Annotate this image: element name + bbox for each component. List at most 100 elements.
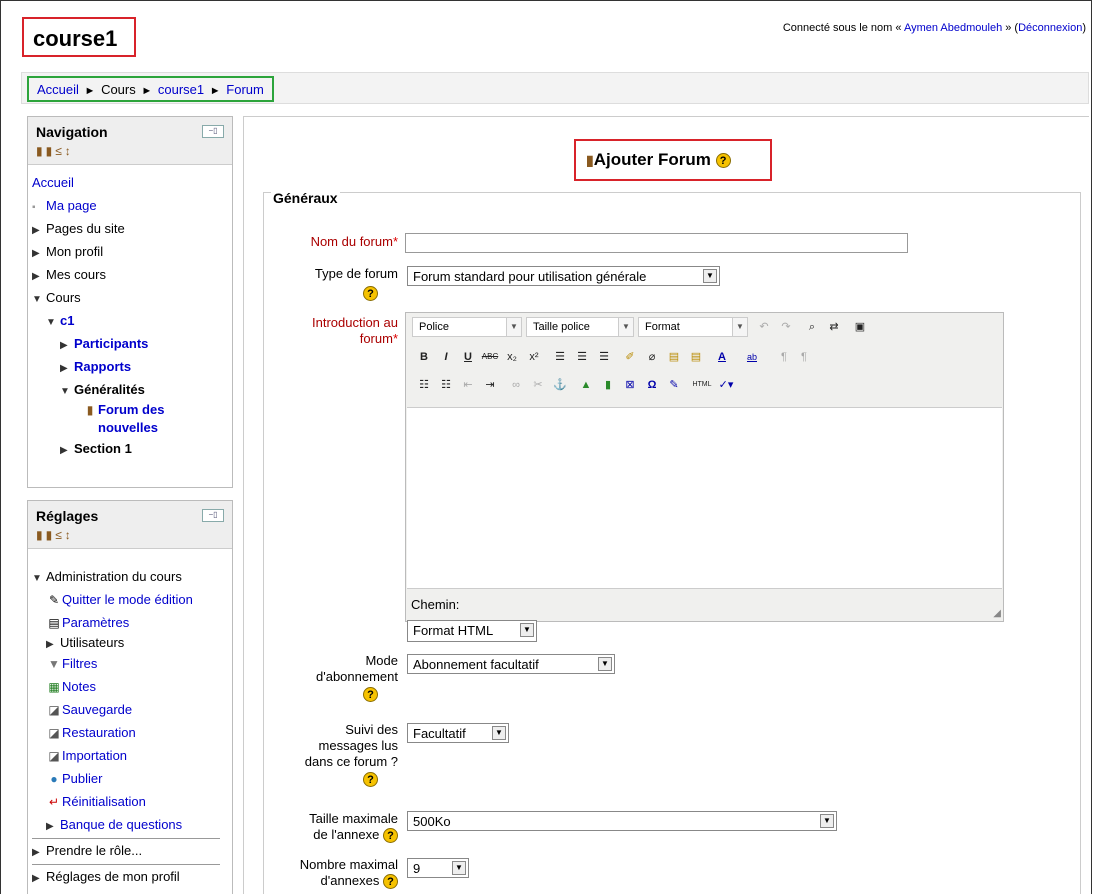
breadcrumb-course1[interactable]: course1	[158, 82, 204, 97]
expand-arrow-icon[interactable]: ▶	[32, 265, 46, 288]
help-icon[interactable]: ?	[383, 874, 398, 890]
fullscreen-icon[interactable]: ▣	[850, 317, 870, 337]
settings-item-import[interactable]: ◪ Importation	[32, 744, 232, 767]
collapse-arrow-icon[interactable]: ▼	[32, 288, 46, 311]
font-size-select[interactable]: Taille police ▼	[526, 317, 634, 337]
subscription-mode-select[interactable]: Abonnement facultatif ▼	[407, 654, 615, 674]
help-icon[interactable]: ?	[383, 828, 398, 844]
settings-item-question-bank[interactable]: ▶ Banque de questions	[32, 813, 232, 836]
undo-icon[interactable]: ↶	[754, 317, 774, 337]
cleanup-icon[interactable]: ✐	[620, 347, 640, 367]
expand-arrow-icon[interactable]: ▶	[32, 841, 46, 864]
dock-toggle-icon[interactable]: −▯	[202, 125, 224, 138]
block-edit-icons[interactable]: ▮▮≤↕	[36, 144, 74, 158]
image-icon[interactable]: ▲	[576, 375, 596, 395]
nav-item-participants[interactable]: ▶ Participants	[32, 332, 232, 355]
settings-grades-link[interactable]: Notes	[62, 679, 96, 694]
underline-icon[interactable]: U	[458, 347, 478, 367]
nav-news-forum-link-2[interactable]: nouvelles	[98, 420, 158, 435]
settings-restore-link[interactable]: Restauration	[62, 725, 136, 740]
align-center-icon[interactable]: ☰	[572, 347, 592, 367]
settings-import-link[interactable]: Importation	[62, 748, 127, 763]
resize-handle-icon[interactable]: ◢	[993, 608, 1001, 619]
nav-item-general[interactable]: ▼ Généralités	[32, 378, 232, 401]
forum-name-input[interactable]	[405, 233, 908, 253]
font-family-select[interactable]: Police ▼	[412, 317, 522, 337]
anchor-icon[interactable]: ⚓	[550, 375, 570, 395]
forum-type-select[interactable]: Forum standard pour utilisation générale…	[407, 266, 720, 286]
settings-filters-link[interactable]: Filtres	[62, 656, 97, 671]
nav-item-section1[interactable]: ▶ Section 1	[32, 437, 232, 460]
nav-participants-link[interactable]: Participants	[74, 336, 148, 351]
numbered-list-icon[interactable]: ☷	[436, 375, 456, 395]
special-char-icon[interactable]: Ω	[642, 375, 662, 395]
settings-item-params[interactable]: ▤ Paramètres	[32, 611, 232, 634]
bullet-list-icon[interactable]: ☷	[414, 375, 434, 395]
superscript-icon[interactable]: x²	[524, 347, 544, 367]
nav-item-home[interactable]: Accueil	[32, 171, 232, 194]
rtl-icon[interactable]: ¶	[794, 347, 814, 367]
settings-item-grades[interactable]: ▦ Notes	[32, 675, 232, 698]
settings-item-filters[interactable]: ▼ Filtres	[32, 652, 232, 675]
help-icon[interactable]: ?	[715, 153, 731, 169]
settings-publish-link[interactable]: Publier	[62, 771, 102, 786]
expand-arrow-icon[interactable]: ▶	[60, 357, 74, 380]
settings-item-switch-role[interactable]: ▶ Prendre le rôle...	[32, 838, 220, 862]
edit-html-icon[interactable]: ✎	[664, 375, 684, 395]
breadcrumb-forum[interactable]: Forum	[226, 82, 264, 97]
nav-c1-link[interactable]: c1	[60, 313, 74, 328]
expand-arrow-icon[interactable]: ▶	[60, 439, 74, 462]
find-icon[interactable]: ⌕	[802, 317, 822, 337]
collapse-arrow-icon[interactable]: ▼	[60, 380, 74, 403]
spellcheck-icon[interactable]: ✓▾	[716, 375, 736, 395]
nav-item-c1[interactable]: ▼ c1	[32, 309, 232, 332]
settings-item-publish[interactable]: ● Publier	[32, 767, 232, 790]
help-icon[interactable]: ?	[363, 286, 378, 301]
nav-item-news-forum[interactable]: ▮ Forum des	[32, 401, 232, 419]
italic-icon[interactable]: I	[436, 347, 456, 367]
format-select[interactable]: Format ▼	[638, 317, 748, 337]
remove-format-icon[interactable]: ⌀	[642, 347, 662, 367]
redo-icon[interactable]: ↷	[776, 317, 796, 337]
bold-icon[interactable]: B	[414, 347, 434, 367]
nav-item-news-forum-2[interactable]: nouvelles	[32, 419, 232, 437]
highlight-color-icon[interactable]: ab	[742, 347, 762, 367]
settings-item-course-admin[interactable]: ▼ Administration du cours	[32, 565, 232, 588]
settings-item-profile-settings[interactable]: ▶ Réglages de mon profil	[32, 864, 220, 888]
editor-content-area[interactable]	[407, 407, 1002, 589]
settings-item-exit-edit[interactable]: ✎ Quitter le mode édition	[32, 588, 232, 611]
paste-word-icon[interactable]: ▤	[686, 347, 706, 367]
read-tracking-select[interactable]: Facultatif ▼	[407, 723, 509, 743]
logout-link[interactable]: Déconnexion	[1018, 22, 1082, 34]
block-edit-icons[interactable]: ▮▮≤↕	[36, 528, 74, 542]
max-size-select[interactable]: 500Ko ▼	[407, 811, 837, 831]
text-color-icon[interactable]: A	[712, 347, 732, 367]
media-icon[interactable]: ▮	[598, 375, 618, 395]
settings-item-users[interactable]: ▶ Utilisateurs	[32, 634, 232, 652]
nav-reports-link[interactable]: Rapports	[74, 359, 131, 374]
user-name-link[interactable]: Aymen Abedmouleh	[904, 22, 1002, 34]
outdent-icon[interactable]: ⇤	[458, 375, 478, 395]
settings-item-restore[interactable]: ◪ Restauration	[32, 721, 232, 744]
dock-toggle-icon[interactable]: −▯	[202, 509, 224, 522]
settings-params-link[interactable]: Paramètres	[62, 615, 129, 630]
nav-item-my-courses[interactable]: ▶ Mes cours	[32, 263, 232, 286]
align-left-icon[interactable]: ☰	[550, 347, 570, 367]
nav-item-profile[interactable]: ▶ Mon profil	[32, 240, 232, 263]
max-attachments-select[interactable]: 9 ▼	[407, 858, 469, 878]
text-format-select[interactable]: Format HTML ▼	[407, 620, 537, 642]
ltr-icon[interactable]: ¶	[774, 347, 794, 367]
settings-exit-edit-link[interactable]: Quitter le mode édition	[62, 592, 193, 607]
replace-icon[interactable]: ⇄	[824, 317, 844, 337]
help-icon[interactable]: ?	[363, 687, 378, 703]
expand-arrow-icon[interactable]: ▶	[32, 867, 46, 890]
nav-item-courses[interactable]: ▼ Cours	[32, 286, 232, 309]
expand-arrow-icon[interactable]: ▶	[46, 815, 60, 838]
nolink-icon[interactable]: ⊠	[620, 375, 640, 395]
nav-item-mypage[interactable]: ▪ Ma page	[32, 194, 232, 217]
align-right-icon[interactable]: ☰	[594, 347, 614, 367]
settings-item-reset[interactable]: ↵ Réinitialisation	[32, 790, 232, 813]
indent-icon[interactable]: ⇥	[480, 375, 500, 395]
nav-item-reports[interactable]: ▶ Rapports	[32, 355, 232, 378]
nav-item-site-pages[interactable]: ▶ Pages du site	[32, 217, 232, 240]
